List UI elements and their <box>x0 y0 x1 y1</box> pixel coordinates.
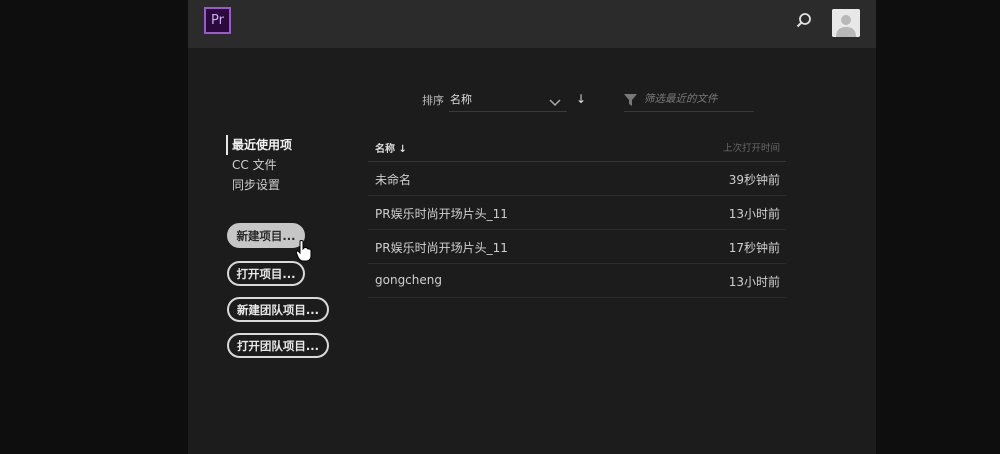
new-team-project-button[interactable]: 新建团队项目... <box>227 297 329 322</box>
last-opened-time: 17秒钟前 <box>728 241 780 255</box>
open-project-button[interactable]: 打开项目... <box>227 261 305 286</box>
sidebar-nav: 最近使用项 CC 文件 同步设置 <box>226 135 326 195</box>
sort-filter-bar: 排序 名称 ↓ 筛选最近的文件 <box>422 92 892 116</box>
sort-label: 排序 <box>422 94 444 107</box>
filter-placeholder: 筛选最近的文件 <box>644 93 718 105</box>
table-row[interactable]: PR娱乐时尚开场片头_11 13小时前 <box>368 196 786 230</box>
sort-arrow-icon: ↓ <box>398 144 407 155</box>
table-row[interactable]: gongcheng 13小时前 <box>368 264 786 298</box>
table-header: 名称 ↓ 上次打开时间 <box>368 133 786 162</box>
column-header-name[interactable]: 名称 ↓ <box>375 140 407 155</box>
table-row[interactable]: 未命名 39秒钟前 <box>368 162 786 196</box>
chevron-down-icon <box>549 92 561 107</box>
file-name: 未命名 <box>375 173 412 187</box>
new-project-button[interactable]: 新建项目... <box>227 223 305 248</box>
recent-files-table: 名称 ↓ 上次打开时间 未命名 39秒钟前 PR娱乐时尚开场片头_11 13小时… <box>368 133 786 298</box>
file-name: PR娱乐时尚开场片头_11 <box>375 241 508 255</box>
file-name: PR娱乐时尚开场片头_11 <box>375 207 508 221</box>
filter-funnel-icon <box>624 92 637 111</box>
last-opened-time: 13小时前 <box>728 275 780 289</box>
open-team-project-button[interactable]: 打开团队项目... <box>227 333 329 358</box>
top-bar: Pr <box>188 0 876 48</box>
sidebar-item-sync-settings[interactable]: 同步设置 <box>226 175 326 195</box>
user-avatar[interactable] <box>832 9 860 37</box>
start-screen-panel: Pr 排序 名称 ↓ 筛选最近的文件 最近使用项 CC 文件 同步设置 新建项目… <box>188 0 876 454</box>
filter-recent-files-input[interactable]: 筛选最近的文件 <box>624 88 754 112</box>
file-name: gongcheng <box>375 273 442 287</box>
column-header-last-opened[interactable]: 上次打开时间 <box>723 140 780 154</box>
search-icon[interactable] <box>795 12 813 30</box>
hand-pointer-cursor-icon <box>295 240 312 266</box>
table-row[interactable]: PR娱乐时尚开场片头_11 17秒钟前 <box>368 230 786 264</box>
sidebar-item-cc-files[interactable]: CC 文件 <box>226 155 326 175</box>
premiere-pro-logo: Pr <box>204 7 231 34</box>
sort-value: 名称 <box>450 93 472 106</box>
sort-dropdown[interactable]: 名称 <box>449 88 567 112</box>
sidebar-item-recent[interactable]: 最近使用项 <box>226 135 326 155</box>
last-opened-time: 13小时前 <box>728 207 780 221</box>
sort-direction-arrow-icon[interactable]: ↓ <box>576 92 586 106</box>
last-opened-time: 39秒钟前 <box>728 173 780 187</box>
